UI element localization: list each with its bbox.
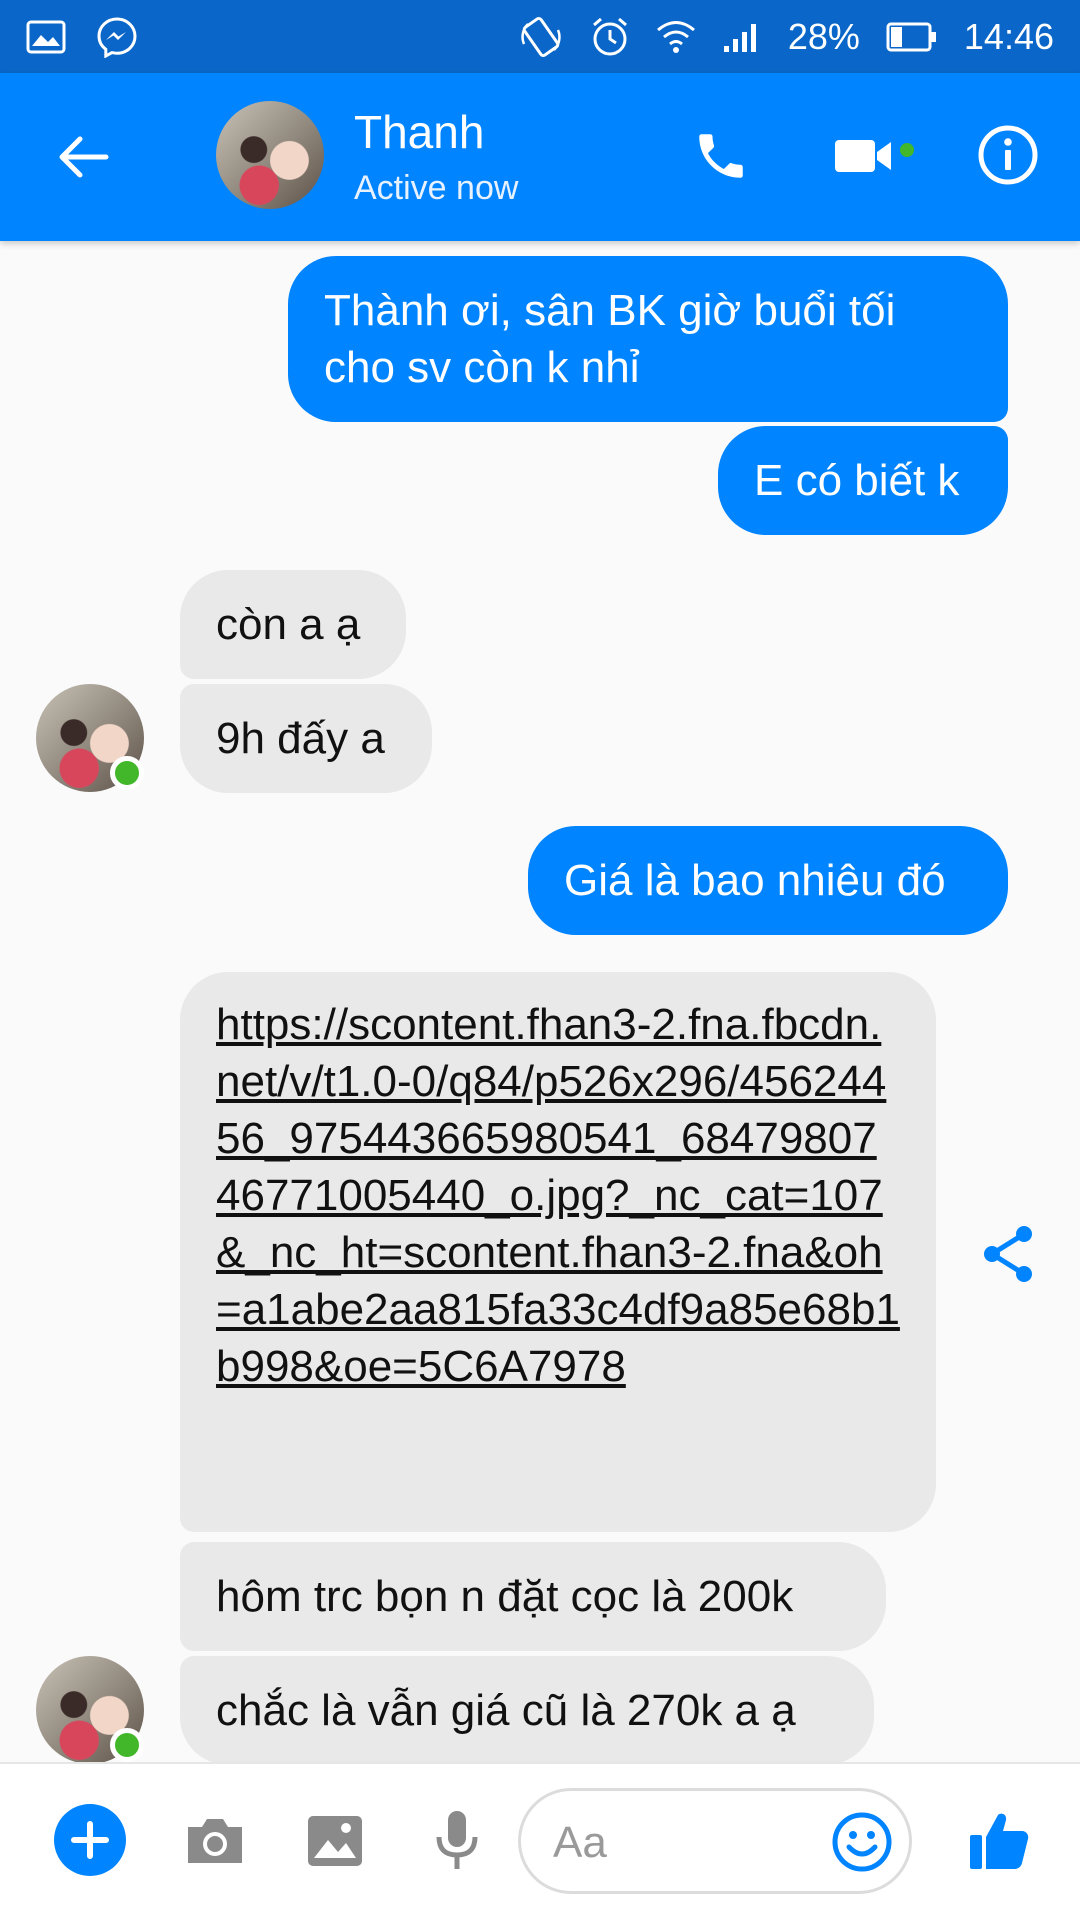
info-button[interactable] <box>972 119 1044 191</box>
arrow-left-icon <box>59 136 109 178</box>
message-bubble-incoming[interactable]: 9h đấy a <box>180 684 432 793</box>
contact-avatar[interactable] <box>216 101 324 209</box>
like-button[interactable] <box>962 1804 1036 1878</box>
clock: 14:46 <box>963 15 1054 57</box>
more-actions-button[interactable] <box>54 1804 126 1876</box>
contact-name[interactable]: Thanh <box>354 105 484 159</box>
status-bar: 28% 14:46 <box>0 0 1080 73</box>
info-icon <box>978 125 1038 185</box>
online-indicator <box>110 1728 144 1762</box>
smiley-icon <box>832 1812 892 1872</box>
messenger-icon <box>96 16 138 58</box>
camera-icon <box>188 1819 242 1863</box>
message-composer <box>0 1762 1080 1920</box>
video-camera-icon <box>835 140 914 172</box>
message-bubble-outgoing[interactable]: E có biết k <box>718 426 1008 535</box>
gallery-button[interactable] <box>300 1806 370 1876</box>
message-bubble-incoming[interactable]: hôm trc bọn n đặt cọc là 200k <box>180 1542 886 1651</box>
message-bubble-outgoing[interactable]: Giá là bao nhiêu đó <box>528 826 1008 935</box>
plus-icon <box>71 1821 109 1859</box>
link-message-bubble[interactable]: https://scontent.fhan3-2.fna.fbcdn.net/v… <box>180 972 936 1532</box>
back-button[interactable] <box>52 125 116 189</box>
online-indicator <box>110 756 144 790</box>
share-button[interactable] <box>976 1222 1040 1286</box>
video-call-button[interactable] <box>830 121 920 191</box>
voice-message-button[interactable] <box>422 1804 492 1878</box>
message-input-container <box>518 1788 912 1894</box>
image-icon <box>308 1816 362 1866</box>
alarm-icon <box>590 16 630 58</box>
message-bubble-outgoing[interactable]: Thành ơi, sân BK giờ buổi tối cho sv còn… <box>288 256 1008 422</box>
microphone-icon <box>436 1811 478 1869</box>
message-bubble-incoming[interactable]: còn a ạ <box>180 570 406 679</box>
phone-icon <box>699 134 743 178</box>
rotate-icon <box>518 14 564 60</box>
message-bubble-incoming[interactable]: chắc là vẫn giá cũ là 270k a ạ <box>180 1656 874 1765</box>
wifi-icon <box>656 18 696 56</box>
thumbs-up-icon <box>970 1813 1029 1869</box>
camera-button[interactable] <box>180 1806 250 1876</box>
share-icon <box>984 1226 1032 1282</box>
conversation-header: Thanh Active now <box>0 73 1080 241</box>
message-input[interactable] <box>553 1811 803 1875</box>
signal-icon <box>722 20 762 54</box>
contact-status: Active now <box>354 169 519 207</box>
gallery-icon <box>26 20 66 54</box>
voice-call-button[interactable] <box>686 121 756 191</box>
battery-percent: 28% <box>787 15 860 57</box>
battery-icon <box>886 21 938 53</box>
emoji-button[interactable] <box>829 1809 895 1875</box>
